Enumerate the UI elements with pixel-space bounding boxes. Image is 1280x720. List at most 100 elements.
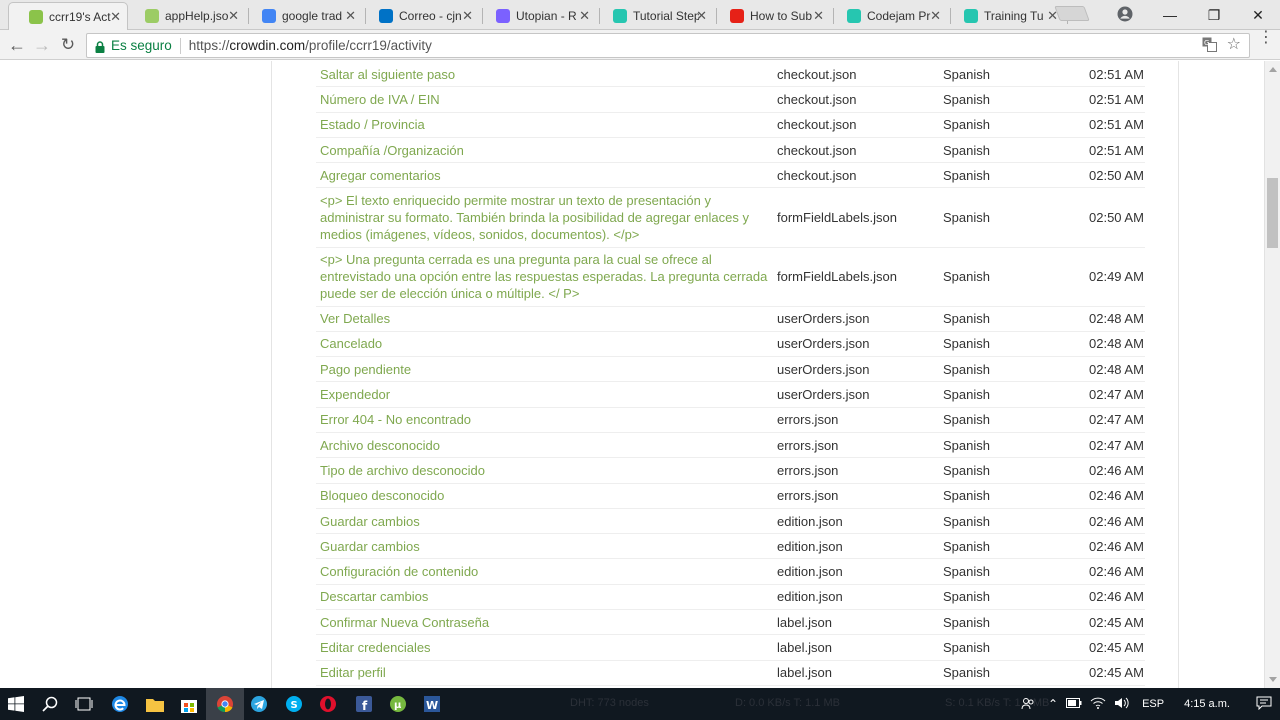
action-center-icon[interactable] <box>1256 696 1272 713</box>
browser-tab[interactable]: Utopian - R ✕ <box>476 2 600 30</box>
activity-string-link[interactable]: Tipo de archivo desconocido <box>320 462 770 479</box>
activity-string-link[interactable]: Número de IVA / EIN <box>320 91 770 108</box>
activity-time: 02:47 AM <box>1089 412 1144 428</box>
activity-language: Spanish <box>943 538 990 554</box>
tab-close-icon[interactable]: ✕ <box>579 8 590 24</box>
activity-string-link[interactable]: Estado / Provincia <box>320 116 770 133</box>
chrome-icon[interactable] <box>213 692 237 716</box>
activity-string-link[interactable]: Pago pendiente <box>320 361 770 378</box>
activity-string-link[interactable]: Saltar al siguiente paso <box>320 66 770 83</box>
activity-string-link[interactable]: <p> Una pregunta cerrada es una pregunta… <box>320 251 770 302</box>
minimize-button[interactable]: — <box>1148 0 1192 30</box>
opera-icon[interactable] <box>316 692 340 716</box>
back-button[interactable]: ← <box>6 34 28 56</box>
browser-tab[interactable]: appHelp.jso ✕ <box>125 2 249 30</box>
dht-status: DHT: 773 nodes <box>570 697 649 709</box>
activity-time: 02:51 AM <box>1089 91 1144 107</box>
activity-language: Spanish <box>943 269 990 284</box>
scroll-thumb[interactable] <box>1267 178 1278 248</box>
activity-string-link[interactable]: Confirmar Nueva Contraseña <box>320 614 770 631</box>
reload-button[interactable]: ↻ <box>57 34 79 56</box>
battery-icon[interactable] <box>1066 697 1082 711</box>
tab-favicon-icon <box>262 9 276 23</box>
vertical-scrollbar[interactable] <box>1264 61 1280 688</box>
activity-string-link[interactable]: Error 404 - No encontrado <box>320 411 770 428</box>
activity-string-link[interactable]: Archivo desconocido <box>320 437 770 454</box>
utorrent-icon[interactable]: μ <box>386 692 410 716</box>
volume-icon[interactable] <box>1114 697 1130 712</box>
browser-tab[interactable]: Correo - cjn ✕ <box>359 2 483 30</box>
activity-string-link[interactable]: Compañía /Organización <box>320 142 770 159</box>
profile-icon[interactable] <box>1115 4 1135 24</box>
activity-row: Confirmar Nueva Contraseña label.json Span… <box>316 610 1145 636</box>
windows-start-icon[interactable] <box>4 692 28 716</box>
activity-language: Spanish <box>943 387 990 403</box>
store-icon[interactable] <box>177 692 201 716</box>
activity-string-link[interactable]: Guardar cambios <box>320 513 770 530</box>
activity-time: 02:46 AM <box>1089 462 1144 478</box>
tab-close-icon[interactable]: ✕ <box>110 9 121 25</box>
skype-icon[interactable]: S <box>282 692 306 716</box>
tab-title: ccrr19's Act <box>49 9 111 24</box>
clock[interactable]: 4:15 a.m. <box>1184 698 1230 710</box>
browser-menu-icon[interactable]: ⋮ <box>1258 30 1274 46</box>
browser-tab[interactable]: Codejam Pr ✕ <box>827 2 951 30</box>
facebook-icon[interactable]: f <box>352 692 376 716</box>
people-icon[interactable] <box>1018 697 1038 711</box>
browser-tab[interactable]: How to Sub ✕ <box>710 2 834 30</box>
tab-favicon-icon <box>29 9 43 24</box>
activity-string-link[interactable]: Ver Detalles <box>320 310 770 327</box>
activity-language: Spanish <box>943 589 990 605</box>
page-viewport: Saltar al siguiente paso checkout.json Spa… <box>0 61 1264 688</box>
tab-title: appHelp.jso <box>165 9 229 23</box>
restore-button[interactable]: ❐ <box>1192 0 1236 30</box>
new-tab-button[interactable] <box>1054 6 1090 21</box>
tab-close-icon[interactable]: ✕ <box>228 8 239 24</box>
activity-string-link[interactable]: Agregar comentarios <box>320 167 770 184</box>
tab-close-icon[interactable]: ✕ <box>696 8 707 24</box>
activity-string-link[interactable]: Editar credenciales <box>320 639 770 656</box>
tab-close-icon[interactable]: ✕ <box>930 8 941 24</box>
activity-string-link[interactable]: Expendedor <box>320 386 770 403</box>
word-icon[interactable]: W <box>420 692 444 716</box>
close-window-button[interactable]: ✕ <box>1236 0 1280 30</box>
activity-string-link[interactable]: Configuración de contenido <box>320 563 770 580</box>
activity-row: Configuración de contenido edition.json Sp… <box>316 560 1145 585</box>
activity-string-link[interactable]: Bloqueo desconocido <box>320 487 770 504</box>
scroll-down-arrow-icon[interactable] <box>1269 677 1277 682</box>
telegram-icon[interactable] <box>247 692 271 716</box>
activity-time: 02:50 AM <box>1089 167 1144 183</box>
scroll-up-arrow-icon[interactable] <box>1269 67 1277 72</box>
search-icon[interactable] <box>38 692 62 716</box>
activity-row: Agregar comentarios checkout.json Spanish 0… <box>316 163 1145 189</box>
tab-close-icon[interactable]: ✕ <box>813 8 824 24</box>
activity-string-link[interactable]: Editar perfil <box>320 664 770 681</box>
browser-tab[interactable]: google trad ✕ <box>242 2 366 30</box>
activity-language: Spanish <box>943 437 990 453</box>
activity-file: checkout.json <box>777 142 857 158</box>
browser-tab[interactable]: Tutorial Step ✕ <box>593 2 717 30</box>
browser-tab[interactable]: Training Tu ✕ <box>944 2 1068 30</box>
url-path: /profile/ccrr19/activity <box>305 38 432 53</box>
file-explorer-icon[interactable] <box>143 692 167 716</box>
svg-text:G: G <box>1204 39 1209 47</box>
bookmark-star-icon[interactable]: ☆ <box>1227 37 1241 56</box>
edge-icon[interactable] <box>108 692 132 716</box>
tab-close-icon[interactable]: ✕ <box>345 8 356 24</box>
activity-string-link[interactable]: Descartar cambios <box>320 588 770 605</box>
browser-tab[interactable]: ccrr19's Act ✕ <box>8 2 128 30</box>
activity-string-link[interactable]: Cancelado <box>320 335 770 352</box>
tab-title: google trad <box>282 9 343 23</box>
show-hidden-icons-chevron-icon[interactable]: ⌃ <box>1048 697 1058 711</box>
input-language[interactable]: ESP <box>1142 698 1164 710</box>
task-view-icon[interactable] <box>72 692 96 716</box>
translate-icon[interactable]: G <box>1202 37 1217 56</box>
download-status: D: 0.0 KB/s T: 1.1 MB <box>735 697 840 709</box>
address-bar[interactable]: Es seguro https://crowdin.com/profile/cc… <box>86 33 1250 58</box>
activity-string-link[interactable]: <p> El texto enriquecido permite mostrar… <box>320 192 770 243</box>
svg-text:S: S <box>291 700 298 711</box>
activity-string-link[interactable]: Guardar cambios <box>320 538 770 555</box>
wifi-icon[interactable] <box>1090 697 1106 712</box>
tab-close-icon[interactable]: ✕ <box>462 8 473 24</box>
forward-button[interactable]: → <box>31 34 53 56</box>
